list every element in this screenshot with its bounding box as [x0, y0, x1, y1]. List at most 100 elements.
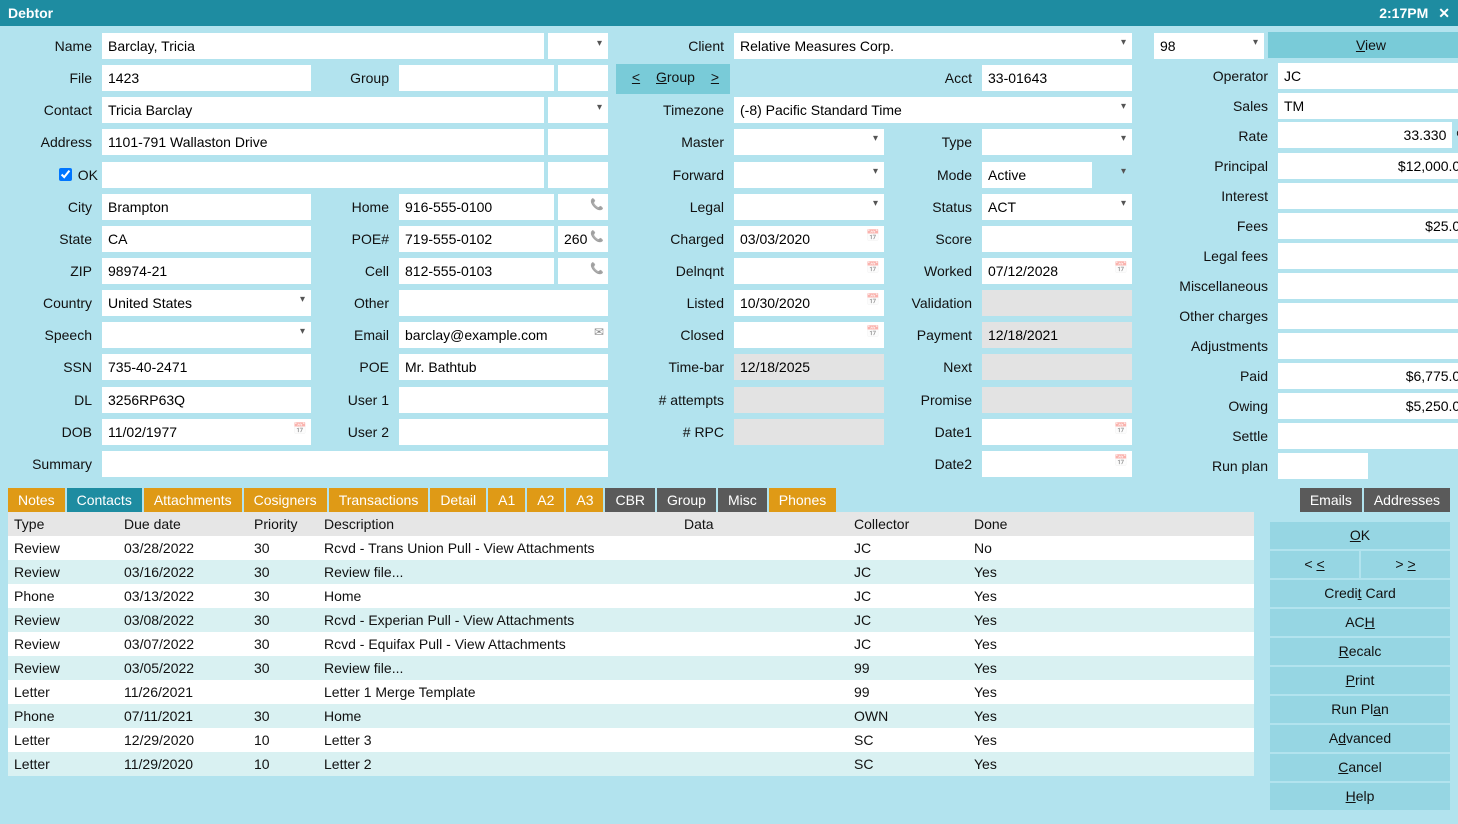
- adjustments-input[interactable]: [1278, 333, 1458, 359]
- close-icon[interactable]: ✕: [1438, 5, 1450, 22]
- help-button[interactable]: Help: [1270, 783, 1450, 810]
- tab-misc[interactable]: Misc: [718, 488, 767, 512]
- tab-contacts[interactable]: Contacts: [67, 488, 142, 512]
- tab-a2[interactable]: A2: [527, 488, 564, 512]
- view-button[interactable]: View: [1268, 32, 1458, 58]
- address-unit[interactable]: [548, 129, 608, 155]
- group-next[interactable]: >: [695, 64, 735, 90]
- owing-input[interactable]: [1278, 393, 1458, 419]
- ok-line-input2[interactable]: [548, 162, 608, 188]
- creditcard-button[interactable]: Credit Card: [1270, 580, 1450, 607]
- tab-notes[interactable]: Notes: [8, 488, 65, 512]
- poe-phone[interactable]: [399, 226, 554, 252]
- print-button[interactable]: Print: [1270, 667, 1450, 694]
- group-prev[interactable]: <: [616, 64, 656, 90]
- table-row[interactable]: Letter12/29/202010Letter 3SCYes: [8, 728, 1254, 752]
- home-phone[interactable]: [399, 194, 554, 220]
- timezone-input[interactable]: [734, 97, 1132, 123]
- next-record-button[interactable]: > >: [1361, 551, 1450, 578]
- user2-input[interactable]: [399, 419, 608, 445]
- ok-button[interactable]: OK: [1270, 522, 1450, 549]
- tab-addresses[interactable]: Addresses: [1364, 488, 1450, 512]
- name-input[interactable]: [102, 33, 544, 59]
- fees-input[interactable]: [1278, 213, 1458, 239]
- master-input[interactable]: [734, 129, 884, 155]
- date2-input[interactable]: [982, 451, 1132, 477]
- table-row[interactable]: Phone07/11/202130HomeOWNYes: [8, 704, 1254, 728]
- col-collector[interactable]: Collector: [848, 512, 968, 536]
- runplan-button[interactable]: Run Plan: [1270, 696, 1450, 723]
- table-row[interactable]: Phone03/13/202230HomeJCYes: [8, 584, 1254, 608]
- misc-input[interactable]: [1278, 273, 1458, 299]
- email-input[interactable]: [399, 322, 608, 348]
- summary-input[interactable]: [102, 451, 608, 477]
- zip-input[interactable]: [102, 258, 311, 284]
- status-input[interactable]: [982, 194, 1132, 220]
- score-input[interactable]: [982, 226, 1132, 252]
- principal-input[interactable]: [1278, 153, 1458, 179]
- tab-detail[interactable]: Detail: [430, 488, 486, 512]
- listed-input[interactable]: [734, 290, 884, 316]
- name-dd[interactable]: [548, 33, 608, 59]
- group-input[interactable]: [399, 65, 554, 91]
- table-row[interactable]: Review03/08/202230Rcvd - Experian Pull -…: [8, 608, 1254, 632]
- col-duedate[interactable]: Due date: [118, 512, 248, 536]
- table-row[interactable]: Letter11/26/2021Letter 1 Merge Template9…: [8, 680, 1254, 704]
- poe-input[interactable]: [399, 354, 608, 380]
- col-done[interactable]: Done: [968, 512, 1254, 536]
- sales-input[interactable]: [1278, 93, 1458, 119]
- other-phone[interactable]: [399, 290, 608, 316]
- tab-phones[interactable]: Phones: [769, 488, 836, 512]
- table-row[interactable]: Review03/05/202230Review file...99Yes: [8, 656, 1254, 680]
- ok-line-input[interactable]: [102, 162, 544, 188]
- table-row[interactable]: Review03/07/202230Rcvd - Equifax Pull - …: [8, 632, 1254, 656]
- othercharges-input[interactable]: [1278, 303, 1458, 329]
- cancel-button[interactable]: Cancel: [1270, 754, 1450, 781]
- table-row[interactable]: Review03/28/202230Rcvd - Trans Union Pul…: [8, 536, 1254, 560]
- interest-input[interactable]: [1278, 183, 1458, 209]
- user1-input[interactable]: [399, 387, 608, 413]
- rate-input[interactable]: [1278, 122, 1452, 148]
- paid-input[interactable]: [1278, 363, 1458, 389]
- col-priority[interactable]: Priority: [248, 512, 318, 536]
- state-input[interactable]: [102, 226, 311, 252]
- col-description[interactable]: Description: [318, 512, 678, 536]
- type-input[interactable]: [982, 129, 1132, 155]
- tab-emails[interactable]: Emails: [1300, 488, 1362, 512]
- settle-input[interactable]: [1278, 423, 1458, 449]
- delnqnt-input[interactable]: [734, 258, 884, 284]
- forward-input[interactable]: [734, 162, 884, 188]
- legalfees-input[interactable]: [1278, 243, 1458, 269]
- recalc-button[interactable]: Recalc: [1270, 638, 1450, 665]
- acct-input[interactable]: [982, 65, 1132, 91]
- col-data[interactable]: Data: [678, 512, 848, 536]
- ok-checkbox[interactable]: [59, 168, 72, 181]
- client-input[interactable]: [734, 33, 1132, 59]
- worked-input[interactable]: [982, 258, 1132, 284]
- address-input[interactable]: [102, 129, 544, 155]
- ssn-input[interactable]: [102, 354, 311, 380]
- clientnum-input[interactable]: [1154, 33, 1264, 59]
- closed-input[interactable]: [734, 322, 884, 348]
- tab-group[interactable]: Group: [657, 488, 716, 512]
- mode-input[interactable]: [982, 162, 1092, 188]
- home-ext[interactable]: [558, 194, 608, 220]
- ach-button[interactable]: ACH: [1270, 609, 1450, 636]
- cell-ext[interactable]: [558, 258, 608, 284]
- charged-input[interactable]: [734, 226, 884, 252]
- cell-phone[interactable]: [399, 258, 554, 284]
- tab-a3[interactable]: A3: [566, 488, 603, 512]
- group-input2[interactable]: [558, 65, 608, 91]
- file-input[interactable]: [102, 65, 311, 91]
- runplan-input[interactable]: [1278, 453, 1368, 479]
- tab-cosigners[interactable]: Cosigners: [244, 488, 327, 512]
- col-type[interactable]: Type: [8, 512, 118, 536]
- country-input[interactable]: [102, 290, 311, 316]
- speech-input[interactable]: [102, 322, 311, 348]
- legal-input[interactable]: [734, 194, 884, 220]
- contact-input[interactable]: [102, 97, 544, 123]
- tab-a1[interactable]: A1: [488, 488, 525, 512]
- table-row[interactable]: Letter11/29/202010Letter 2SCYes: [8, 752, 1254, 776]
- dl-input[interactable]: [102, 387, 311, 413]
- contact-dd[interactable]: [548, 97, 608, 123]
